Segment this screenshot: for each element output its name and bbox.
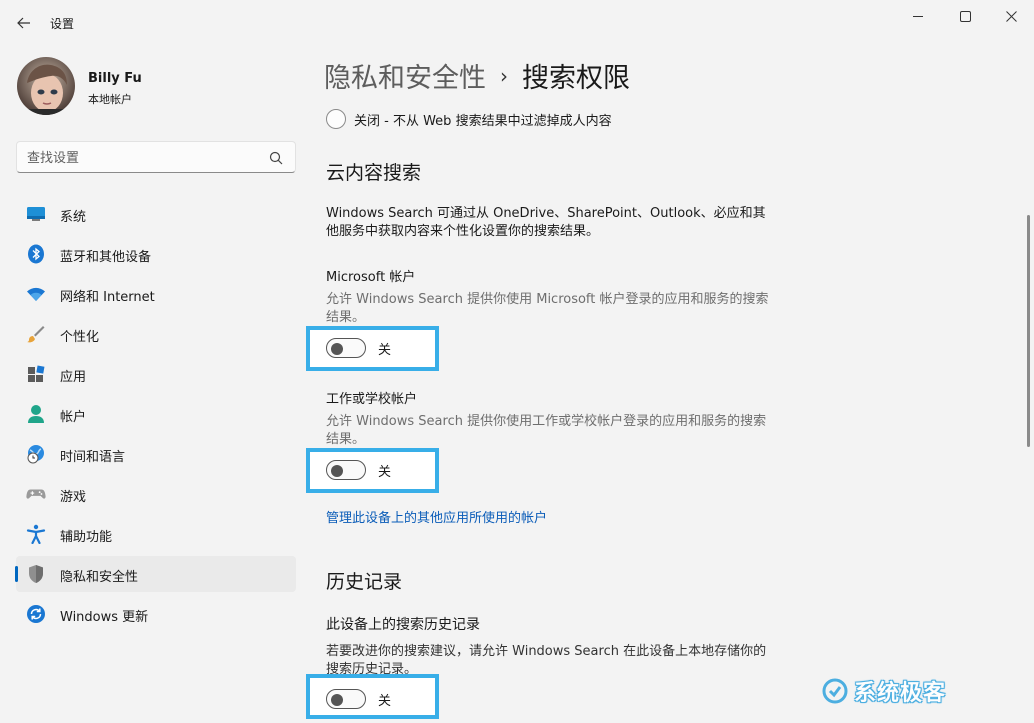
breadcrumb-parent[interactable]: 隐私和安全性 — [324, 56, 486, 95]
active-indicator — [15, 566, 18, 582]
sidebar-item-gaming[interactable]: 游戏 — [16, 476, 296, 512]
close-button[interactable] — [988, 0, 1034, 32]
watermark: 系统极客 — [822, 675, 946, 707]
sidebar-item-apps[interactable]: 应用 — [16, 356, 296, 392]
cloud-search-description: Windows Search 可通过从 OneDrive、SharePoint、… — [326, 206, 766, 239]
wifi-icon — [26, 285, 46, 303]
sidebar-item-bluetooth[interactable]: 蓝牙和其他设备 — [16, 236, 296, 272]
toggle-state-label: 关 — [378, 693, 392, 709]
sidebar-item-label: 应用 — [60, 370, 87, 385]
toggle-state-label: 关 — [378, 464, 392, 480]
account-icon — [26, 405, 46, 423]
work-school-account-toggle-row[interactable]: 关 — [326, 460, 391, 480]
brush-icon — [26, 325, 46, 343]
sidebar-item-label: Windows 更新 — [60, 610, 149, 625]
sidebar-item-time-language[interactable]: 时间和语言 — [16, 436, 296, 472]
minimize-button[interactable] — [895, 0, 941, 32]
maximize-icon — [959, 10, 971, 22]
sidebar-item-label: 隐私和安全性 — [60, 570, 139, 585]
breadcrumb-separator: › — [500, 63, 508, 88]
avatar[interactable] — [17, 57, 75, 115]
sidebar-item-windows-update[interactable]: Windows 更新 — [16, 596, 296, 632]
account-type: 本地帐户 — [88, 93, 132, 106]
minimize-icon — [913, 16, 923, 17]
globe-clock-icon — [26, 445, 46, 464]
work-school-account-title: 工作或学校帐户 — [326, 392, 418, 407]
bluetooth-icon — [26, 244, 46, 264]
sidebar-item-label: 系统 — [60, 210, 87, 225]
search-input[interactable] — [27, 148, 257, 168]
sidebar-item-network[interactable]: 网络和 Internet — [16, 276, 296, 312]
sidebar-item-personalization[interactable]: 个性化 — [16, 316, 296, 352]
sidebar-item-label: 游戏 — [60, 490, 87, 505]
microsoft-account-toggle-row[interactable]: 关 — [326, 338, 391, 358]
apps-icon — [26, 365, 46, 383]
sidebar-item-label: 辅助功能 — [60, 530, 113, 545]
search-box[interactable] — [16, 141, 296, 173]
watermark-logo-icon — [822, 678, 848, 704]
system-icon — [26, 205, 46, 223]
back-arrow-icon — [17, 17, 30, 29]
work-school-account-toggle[interactable] — [326, 460, 366, 480]
maximize-button[interactable] — [942, 0, 988, 32]
sidebar-item-label: 时间和语言 — [60, 450, 126, 465]
sidebar-item-label: 网络和 Internet — [60, 290, 155, 305]
device-history-toggle-row[interactable]: 关 — [326, 689, 391, 709]
sidebar-item-label: 帐户 — [60, 410, 87, 425]
breadcrumb: 隐私和安全性 › 搜索权限 — [324, 56, 630, 95]
cloud-search-title: 云内容搜索 — [326, 162, 422, 184]
safesearch-off-label: 关闭 - 不从 Web 搜索结果中过滤掉成人内容 — [354, 113, 612, 129]
sidebar-item-privacy-security[interactable]: 隐私和安全性 — [15, 556, 296, 592]
device-history-title: 此设备上的搜索历史记录 — [326, 617, 480, 633]
gamepad-icon — [26, 485, 46, 503]
user-name: Billy Fu — [88, 71, 142, 86]
sidebar-item-accounts[interactable]: 帐户 — [16, 396, 296, 432]
sidebar-item-accessibility[interactable]: 辅助功能 — [16, 516, 296, 552]
history-title: 历史记录 — [326, 571, 403, 593]
device-history-toggle[interactable] — [326, 689, 366, 709]
manage-accounts-link[interactable]: 管理此设备上的其他应用所使用的帐户 — [326, 507, 547, 526]
search-icon[interactable] — [269, 151, 283, 165]
toggle-state-label: 关 — [378, 342, 392, 358]
safesearch-off-radio[interactable] — [326, 109, 346, 129]
sidebar-item-label: 蓝牙和其他设备 — [60, 250, 152, 265]
app-title: 设置 — [50, 17, 75, 31]
work-school-account-description: 允许 Windows Search 提供你使用工作或学校帐户登录的应用和服务的搜… — [326, 414, 767, 447]
scrollbar[interactable] — [1027, 215, 1030, 447]
microsoft-account-toggle[interactable] — [326, 338, 366, 358]
update-icon — [26, 605, 46, 623]
sidebar-item-system[interactable]: 系统 — [16, 196, 296, 232]
shield-icon — [26, 565, 46, 583]
microsoft-account-description: 允许 Windows Search 提供你使用 Microsoft 帐户登录的应… — [326, 292, 769, 325]
sidebar-item-label: 个性化 — [60, 330, 100, 345]
title-bar: 设置 — [0, 0, 1034, 48]
watermark-text: 系统极客 — [854, 681, 947, 706]
safesearch-off-option[interactable]: 关闭 - 不从 Web 搜索结果中过滤掉成人内容 — [326, 109, 612, 129]
page-title: 搜索权限 — [522, 63, 630, 94]
close-icon — [1005, 10, 1017, 22]
accessibility-icon — [26, 524, 46, 544]
microsoft-account-title: Microsoft 帐户 — [326, 270, 416, 285]
back-button[interactable] — [10, 8, 38, 38]
